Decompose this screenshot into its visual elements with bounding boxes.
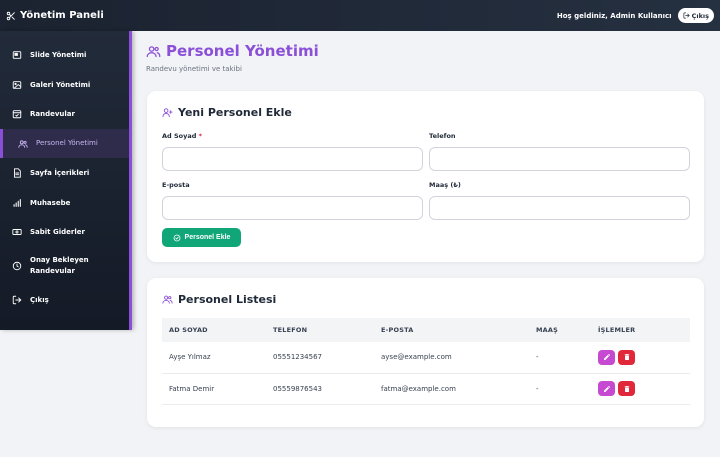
sidebar-item-label: Galeri Yönetimi: [30, 80, 91, 89]
user-plus-icon: [162, 108, 173, 118]
top-bar: Yönetim Paneli Hoş geldiniz, Admin Kulla…: [0, 0, 720, 31]
logout-icon: [683, 12, 690, 19]
cell-name: Fatma Demir: [162, 373, 266, 405]
sidebar-item-page-content[interactable]: Sayfa İçerikleri: [0, 166, 129, 180]
top-right: Hoş geldiniz, Admin Kullanıcı Çıkış: [557, 8, 714, 23]
check-circle-icon: [173, 234, 180, 241]
phone-label: Telefon: [429, 132, 456, 140]
gallery-icon: [12, 81, 22, 89]
sidebar-item-label: Personel Yönetimi: [36, 139, 98, 147]
clock-icon: [12, 261, 22, 271]
page-title-text: Personel Yönetimi: [166, 42, 319, 60]
document-icon: [14, 168, 21, 178]
phone-input[interactable]: [429, 147, 690, 171]
sidebar-item-accounting[interactable]: Muhasebe: [0, 196, 129, 210]
staff-table: AD SOYAD TELEFON E-POSTA MAAŞ İŞLEMLER A…: [162, 318, 690, 405]
cell-salary: -: [529, 373, 591, 405]
brand-title: Yönetim Paneli: [20, 10, 104, 21]
name-label-text: Ad Soyad: [162, 132, 197, 140]
sidebar-item-logout[interactable]: Çıkış: [0, 293, 129, 307]
sidebar-item-label: Çıkış: [30, 295, 49, 304]
add-staff-button-label: Personel Ekle: [184, 234, 231, 241]
staff-list-card: Personel Listesi AD SOYAD TELEFON E-POST…: [147, 278, 704, 427]
money-icon: [12, 229, 22, 235]
calendar-check-icon: [12, 110, 22, 119]
sidebar-item-label: Randevular: [30, 109, 75, 118]
sidebar-item-fixed-expenses[interactable]: Sabit Giderler: [0, 225, 129, 239]
add-staff-button[interactable]: Personel Ekle: [162, 228, 241, 247]
sidebar-item-label: Muhasebe: [30, 198, 71, 207]
sidebar-item-label: Sayfa İçerikleri: [30, 168, 90, 177]
cell-actions: [591, 342, 690, 374]
edit-button[interactable]: [598, 349, 615, 365]
list-title-text: Personel Listesi: [178, 293, 277, 306]
salary-label: Maaş (₺): [429, 181, 461, 189]
cell-phone: 05559876543: [266, 373, 374, 405]
required-mark: *: [198, 132, 203, 140]
column-header-phone: TELEFON: [273, 326, 308, 334]
form-title-text: Yeni Personel Ekle: [178, 106, 292, 119]
sidebar-item-label: Slide Yönetimi: [30, 50, 87, 59]
page-subtitle: Randevu yönetimi ve takibi: [146, 65, 242, 73]
welcome-text: Hoş geldiniz, Admin Kullanıcı: [556, 11, 672, 20]
users-icon: [18, 139, 28, 148]
email-label: E-posta: [162, 181, 190, 189]
sidebar-item-slides[interactable]: Slide Yönetimi: [0, 48, 129, 62]
column-header-salary: MAAŞ: [536, 326, 559, 334]
sidebar-item-label: Sabit Giderler: [30, 227, 85, 236]
cell-email: fatma@example.com: [374, 373, 529, 405]
sidebar-item-label: Onay Bekleyen Randevular: [30, 256, 89, 275]
column-header-email: E-POSTA: [381, 326, 414, 334]
delete-button[interactable]: [618, 381, 635, 396]
cell-name: Ayşe Yılmaz: [162, 342, 266, 374]
cell-actions: [591, 373, 690, 405]
edit-button[interactable]: [598, 381, 615, 396]
email-input[interactable]: [162, 196, 423, 220]
list-title: Personel Listesi: [162, 293, 276, 306]
users-icon: [162, 295, 173, 304]
sidebar-item-appointments[interactable]: Randevular: [0, 107, 129, 121]
form-title: Yeni Personel Ekle: [162, 106, 292, 119]
scissors-icon: [6, 11, 15, 20]
trash-icon: [624, 385, 629, 392]
sidebar-item-gallery[interactable]: Galeri Yönetimi: [0, 78, 129, 92]
table-row: Fatma Demir 05559876543 fatma@example.co…: [162, 373, 690, 405]
users-icon: [146, 45, 161, 57]
delete-button[interactable]: [618, 349, 635, 365]
cell-salary: -: [529, 342, 591, 374]
name-input[interactable]: [162, 147, 423, 171]
pencil-icon: [603, 354, 610, 361]
trash-icon: [624, 354, 629, 361]
slides-icon: [12, 51, 22, 59]
top-logout-button[interactable]: Çıkış: [677, 8, 714, 23]
salary-input[interactable]: [429, 196, 690, 220]
cell-email: ayse@example.com: [374, 342, 529, 374]
logout-icon: [12, 295, 22, 305]
pencil-icon: [603, 385, 610, 392]
column-header-name: AD SOYAD: [169, 326, 208, 334]
sidebar: Slide Yönetimi Galeri Yönetimi Randevula…: [0, 31, 132, 330]
column-header-actions: İŞLEMLER: [598, 326, 636, 334]
table-header-row: AD SOYAD TELEFON E-POSTA MAAŞ İŞLEMLER: [162, 318, 690, 342]
cell-phone: 05551234567: [266, 342, 374, 374]
name-label: Ad Soyad *: [162, 132, 202, 140]
brand[interactable]: Yönetim Paneli: [6, 10, 104, 21]
table-row: Ayşe Yılmaz 05551234567 ayse@example.com…: [162, 342, 690, 374]
sidebar-item-staff[interactable]: Personel Yönetimi: [0, 129, 129, 158]
add-staff-card: Yeni Personel Ekle Ad Soyad * Telefon E-…: [147, 91, 704, 262]
bar-chart-icon: [13, 199, 21, 207]
sidebar-item-pending-appointments[interactable]: Onay Bekleyen Randevular: [0, 253, 129, 279]
top-logout-label: Çıkış: [691, 11, 709, 20]
page-title: Personel Yönetimi: [146, 42, 319, 60]
